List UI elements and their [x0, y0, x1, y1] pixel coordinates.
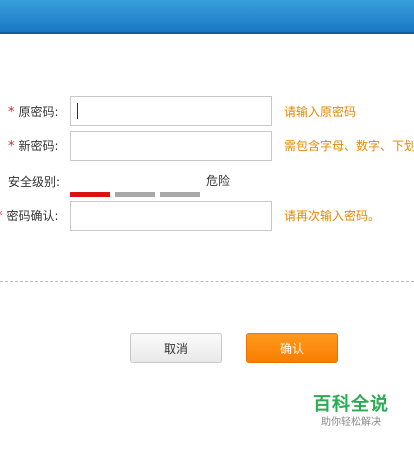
watermark-subtitle: 助你轻松解决	[321, 417, 381, 428]
confirm-password-hint: 请再次输入密码。	[284, 209, 381, 223]
watermark-title: 百科全说	[313, 394, 389, 415]
strength-bar-1	[70, 192, 110, 197]
header-bar	[0, 0, 414, 34]
new-password-label-row: * 新密码:	[8, 131, 59, 161]
required-mark: *	[8, 105, 15, 120]
strength-meter	[70, 192, 200, 198]
confirm-password-label: 密码确认:	[6, 209, 59, 223]
new-password-input[interactable]	[70, 131, 272, 161]
text-cursor	[77, 103, 78, 119]
old-password-label-row: * 原密码:	[8, 97, 59, 127]
strength-value: 危险	[206, 174, 231, 188]
old-password-label: 原密码:	[18, 105, 59, 119]
strength-bar-2	[115, 192, 155, 197]
old-password-hint: 请输入原密码	[284, 105, 357, 119]
strength-bar-3	[160, 192, 200, 197]
new-password-hint: 需包含字母、数字、下划	[284, 139, 414, 153]
new-password-label: 新密码:	[18, 139, 59, 153]
cancel-button[interactable]: 取消	[130, 333, 222, 363]
watermark-logo: 百科全说 助你轻松解决	[296, 394, 406, 430]
section-divider	[0, 281, 414, 282]
strength-label: 安全级别:	[8, 175, 61, 189]
required-mark: *	[0, 209, 3, 224]
confirm-password-input[interactable]	[70, 201, 272, 231]
required-mark: *	[8, 139, 15, 154]
confirm-password-label-row: *密码确认:	[0, 201, 59, 231]
old-password-input[interactable]	[70, 96, 272, 126]
confirm-button[interactable]: 确认	[246, 333, 338, 363]
